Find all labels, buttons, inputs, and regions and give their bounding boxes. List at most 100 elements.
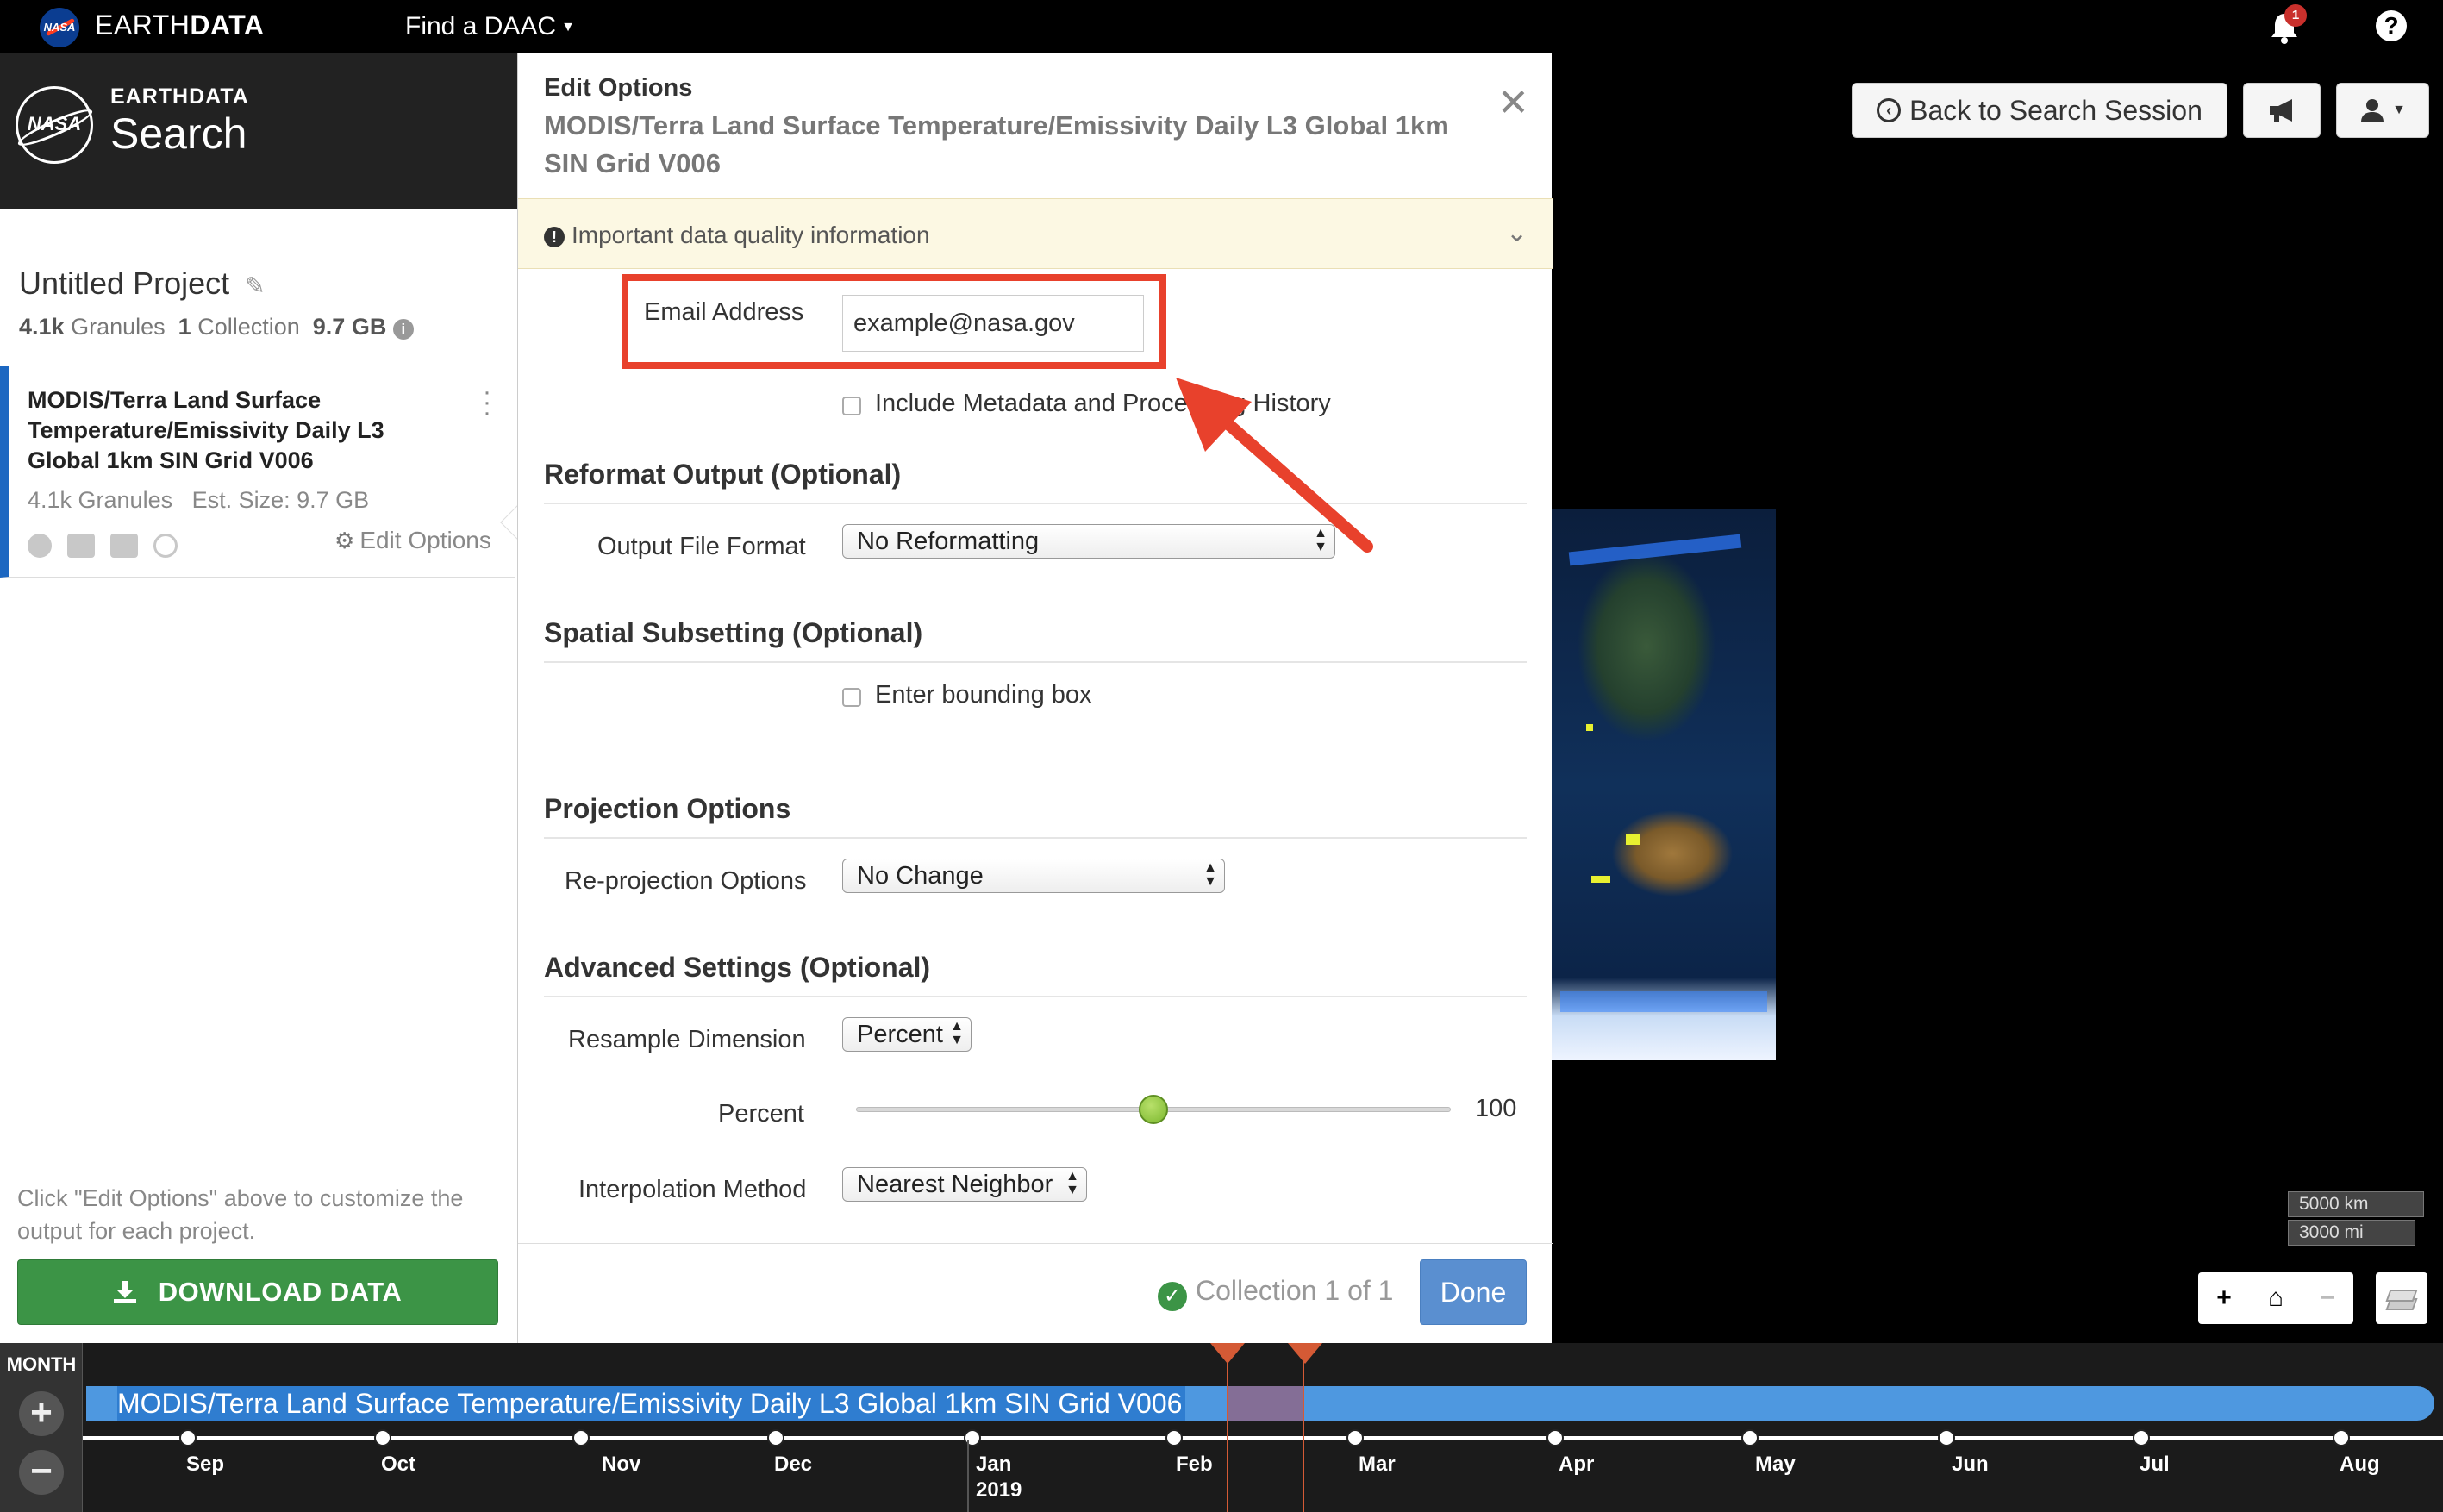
close-icon[interactable]: ✕ xyxy=(1497,81,1529,125)
home-button[interactable]: ⌂ xyxy=(2250,1272,2302,1324)
projection-heading: Projection Options xyxy=(544,793,1527,839)
find-a-daac-menu[interactable]: Find a DAAC ▼ xyxy=(405,12,575,41)
percent-label: Percent xyxy=(718,1100,804,1128)
gear-icon: ⚙ xyxy=(334,528,355,553)
reprojection-label: Re-projection Options xyxy=(565,867,807,895)
collection-count: 1 xyxy=(178,314,191,340)
timeline-month-marker[interactable] xyxy=(179,1429,197,1446)
project-sidebar: NASA EARTHDATA Search Untitled Project ✎ … xyxy=(0,53,534,1343)
timeline-end-handle[interactable] xyxy=(1288,1343,1322,1364)
data-quality-banner[interactable]: ! Important data quality information ⌄ xyxy=(518,198,1553,269)
edit-options-link[interactable]: ⚙ Edit Options xyxy=(334,527,491,554)
timeline-month-marker[interactable] xyxy=(1938,1429,1955,1446)
interpolation-select[interactable]: Nearest Neighbor ▲ ▼ xyxy=(842,1167,1087,1202)
chevron-down-icon[interactable]: ⌄ xyxy=(1506,218,1528,248)
timeline-month-marker[interactable] xyxy=(2133,1429,2150,1446)
timeline-month-marker[interactable] xyxy=(964,1429,981,1446)
circle-arrow-left-icon: ‹ xyxy=(1877,98,1902,122)
info-icon[interactable]: i xyxy=(392,319,414,340)
panel-title: MODIS/Terra Land Surface Temperature/Emi… xyxy=(544,110,1449,178)
timeline-month-marker[interactable] xyxy=(572,1429,590,1446)
output-format-select[interactable]: No Reformatting ▲ ▼ xyxy=(842,524,1335,559)
back-to-session-label: Back to Search Session xyxy=(1909,94,2202,126)
timeline-track[interactable]: MODIS/Terra Land Surface Temperature/Emi… xyxy=(83,1343,2443,1512)
top-navbar: NASA EARTHDATA Find a DAAC ▼ 1 ? xyxy=(0,0,2443,53)
timeline-month-label: Jan 2019 xyxy=(976,1453,1022,1502)
resample-select[interactable]: Percent ▲ ▼ xyxy=(842,1017,972,1052)
timeline-month-label: Jun xyxy=(1952,1453,1989,1476)
find-daac-label: Find a DAAC xyxy=(405,12,557,41)
back-to-search-session-button[interactable]: ‹ Back to Search Session xyxy=(1852,83,2227,138)
select-arrows-icon: ▲ ▼ xyxy=(1203,860,1217,889)
timeline-month-marker[interactable] xyxy=(2333,1429,2350,1446)
timeline-year-tick xyxy=(967,1440,969,1512)
select-arrows-icon: ▲ ▼ xyxy=(950,1019,964,1047)
select-arrows-icon: ▲ ▼ xyxy=(1314,526,1328,554)
include-metadata-checkbox[interactable] xyxy=(842,397,861,415)
zoom-in-button[interactable]: + xyxy=(2198,1272,2250,1324)
timeline-start-handle[interactable] xyxy=(1210,1343,1245,1364)
layers-button[interactable] xyxy=(2376,1272,2427,1324)
announcement-button[interactable] xyxy=(2243,83,2321,138)
timeline-month-marker[interactable] xyxy=(374,1429,391,1446)
zoom-out-button[interactable]: − xyxy=(2302,1272,2353,1324)
reformat-heading: Reformat Output (Optional) xyxy=(544,459,1527,504)
project-title[interactable]: Untitled Project ✎ xyxy=(19,266,266,302)
tags-icon xyxy=(67,534,95,558)
timeline-month-marker[interactable] xyxy=(1741,1429,1759,1446)
timeline-resolution[interactable]: MONTH xyxy=(0,1353,83,1376)
timeline-month-label: May xyxy=(1755,1453,1796,1476)
bullhorn-icon xyxy=(2270,99,2292,122)
data-quality-text: ! Important data quality information xyxy=(544,222,930,249)
download-icon xyxy=(113,1281,136,1303)
timeline-month-marker[interactable] xyxy=(1165,1429,1183,1446)
timeline-month-marker[interactable] xyxy=(767,1429,784,1446)
map-scale: 5000 km 3000 mi xyxy=(2288,1191,2424,1248)
clock-icon xyxy=(153,534,178,558)
user-menu-button[interactable]: ▼ xyxy=(2336,83,2429,138)
project-stats: 4.1k Granules 1 Collection 9.7 GB i xyxy=(19,314,414,341)
timeline-month-label: Apr xyxy=(1559,1453,1595,1476)
help-icon[interactable]: ? xyxy=(2376,10,2407,41)
panel-label: Edit Options xyxy=(544,74,693,102)
map-zoom-controls: + ⌂ − xyxy=(2198,1272,2353,1324)
search-app-title[interactable]: Search xyxy=(110,109,247,159)
nasa-logo[interactable]: NASA xyxy=(15,86,96,164)
percent-slider-handle[interactable] xyxy=(1139,1095,1168,1124)
download-data-button[interactable]: DOWNLOAD DATA xyxy=(17,1259,498,1325)
globe-icon xyxy=(28,534,52,558)
timeline-month-label: Jul xyxy=(2140,1453,2170,1476)
more-options-icon[interactable]: · · · xyxy=(483,379,491,426)
done-button[interactable]: Done xyxy=(1420,1259,1527,1325)
timeline-controls: MONTH + − xyxy=(0,1343,83,1512)
collection-list-item[interactable]: MODIS/Terra Land Surface Temperature/Emi… xyxy=(0,366,515,578)
brand-suffix: DATA xyxy=(190,9,265,41)
sliders-icon xyxy=(110,534,138,558)
collection-stats: 4.1k Granules Est. Size: 9.7 GB xyxy=(28,487,370,513)
timeline-month-label: Aug xyxy=(2340,1453,2380,1476)
edit-options-hint: Click "Edit Options" above to customize … xyxy=(17,1185,464,1244)
earthdata-brand[interactable]: EARTHDATA xyxy=(95,9,265,41)
timeline-month-marker[interactable] xyxy=(1546,1429,1564,1446)
timeline: MONTH + − MODIS/Terra Land Surface Tempe… xyxy=(0,1343,2443,1512)
caret-down-icon: ▼ xyxy=(2392,103,2406,117)
brand-prefix: EARTH xyxy=(95,9,191,41)
timeline-selection[interactable] xyxy=(1227,1343,1304,1512)
nasa-logo[interactable]: NASA xyxy=(40,8,79,47)
timeline-zoom-in-button[interactable]: + xyxy=(19,1391,64,1436)
timeline-month-label: Oct xyxy=(381,1453,416,1476)
include-metadata-label: Include Metadata and Processing History xyxy=(875,390,1331,417)
reprojection-select[interactable]: No Change ▲ ▼ xyxy=(842,859,1225,893)
percent-value: 100 xyxy=(1475,1095,1517,1122)
bounding-box-checkbox[interactable] xyxy=(842,688,861,707)
notification-badge: 1 xyxy=(2284,4,2307,27)
bounding-box-label: Enter bounding box xyxy=(875,681,1092,709)
timeline-month-label: Mar xyxy=(1359,1453,1396,1476)
highlight-box xyxy=(622,274,1166,369)
timeline-month-label: Sep xyxy=(186,1453,225,1476)
timeline-month-label: Nov xyxy=(602,1453,641,1476)
timeline-zoom-out-button[interactable]: − xyxy=(19,1450,64,1495)
timeline-month-marker[interactable] xyxy=(1346,1429,1364,1446)
collection-icons xyxy=(28,534,178,558)
pencil-icon[interactable]: ✎ xyxy=(245,272,265,299)
